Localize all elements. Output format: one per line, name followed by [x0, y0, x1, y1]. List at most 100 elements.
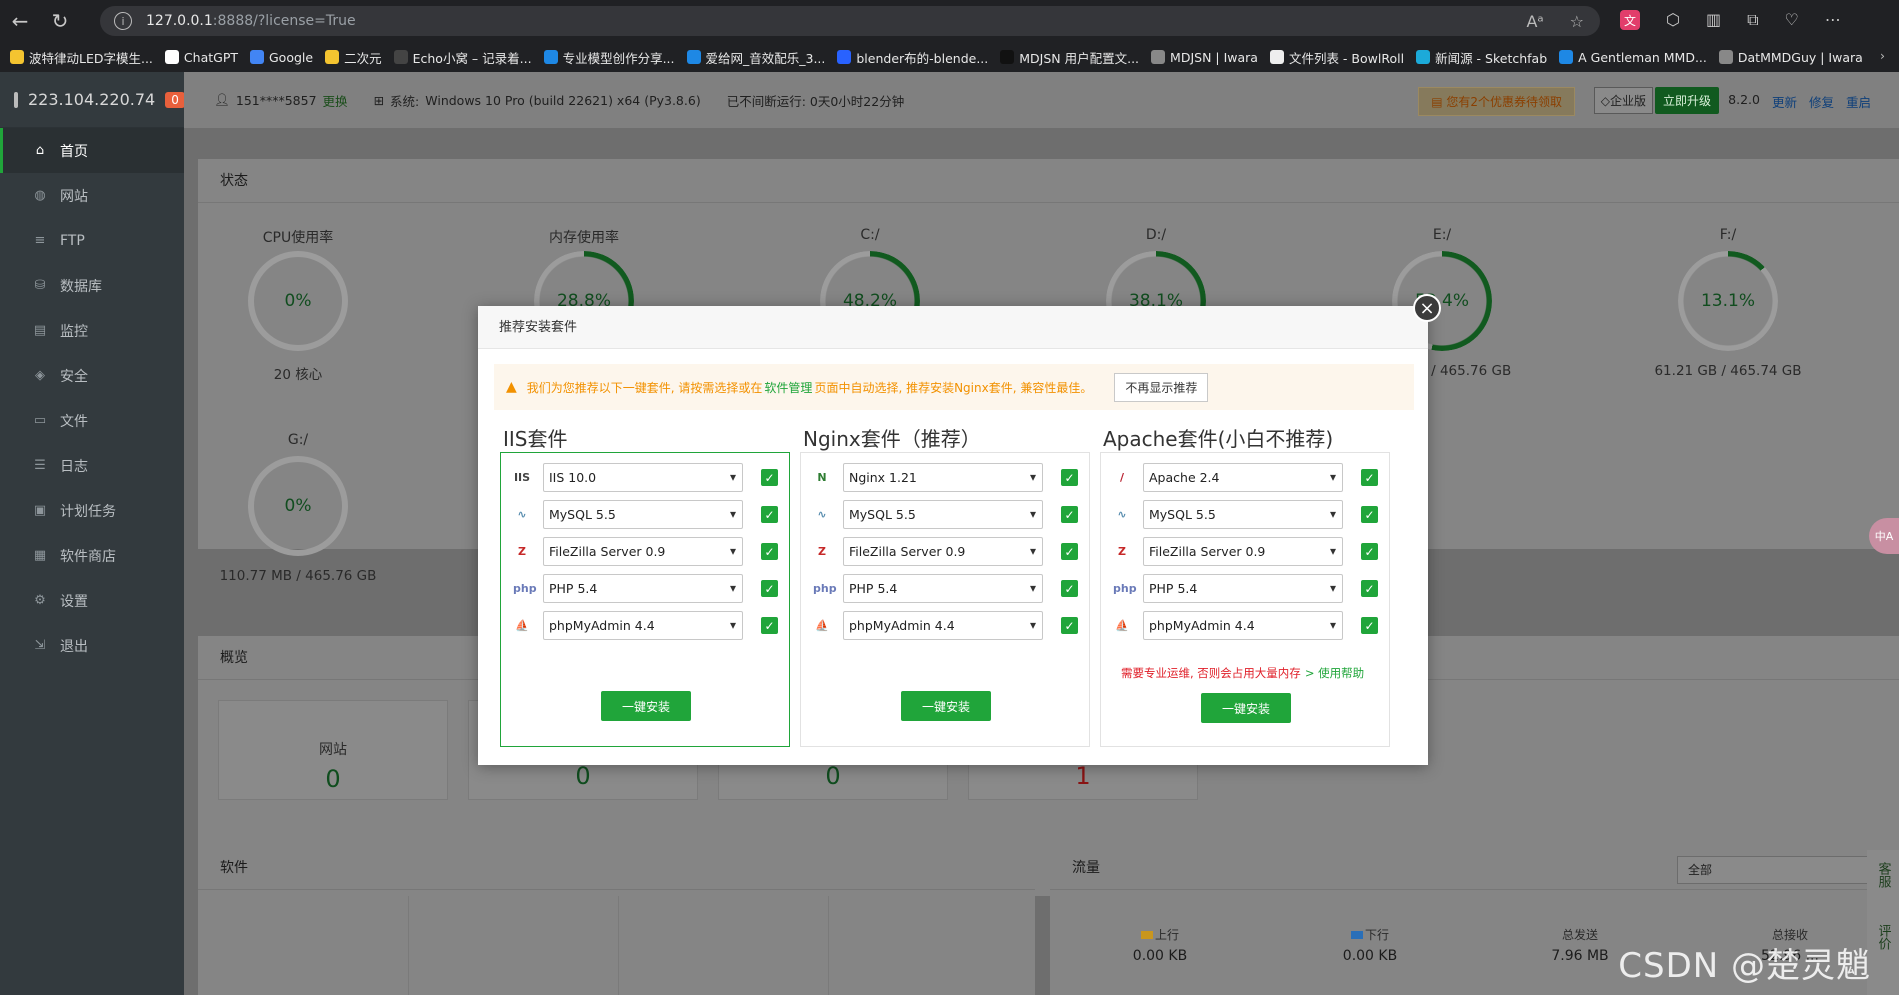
user-account: 151****5857 [235, 92, 317, 108]
coupon-button[interactable]: ▤ 您有2个优惠券待领取 [1418, 87, 1575, 116]
component-checkbox[interactable]: ✓ [761, 469, 778, 486]
version-select[interactable]: MySQL 5.5 ▾ [843, 500, 1043, 529]
back-icon[interactable]: ← [0, 0, 40, 42]
version-select[interactable]: PHP 5.4 ▾ [1143, 574, 1343, 603]
translate-extension-icon[interactable]: 文 [1620, 10, 1640, 30]
version-select[interactable]: Nginx 1.21 ▾ [843, 463, 1043, 492]
component-checkbox[interactable]: ✓ [1361, 506, 1378, 523]
component-checkbox[interactable]: ✓ [1061, 580, 1078, 597]
sidebar-item-logout[interactable]: ⇲ 退出 [0, 623, 184, 668]
site-info-icon[interactable]: i [114, 12, 132, 30]
bookmark-item[interactable]: blender布的-blende... [837, 48, 988, 67]
notification-badge[interactable]: 0 [165, 91, 185, 108]
address-bar[interactable]: i 127.0.0.1:8888/?license=True Aᵃ ☆ [100, 6, 1600, 36]
performance-icon[interactable]: ♡ [1785, 10, 1799, 30]
component-checkbox[interactable]: ✓ [1361, 543, 1378, 560]
favorite-star-icon[interactable]: ☆ [1570, 12, 1584, 31]
repair-link[interactable]: 修复 [1809, 92, 1834, 111]
extensions-icon[interactable]: ⬡ [1666, 10, 1680, 30]
component-checkbox[interactable]: ✓ [761, 543, 778, 560]
component-checkbox[interactable]: ✓ [1061, 543, 1078, 560]
sidebar-item-logs[interactable]: ☰ 日志 [0, 443, 184, 488]
version-select[interactable]: FileZilla Server 0.9 ▾ [843, 537, 1043, 566]
close-icon[interactable]: × [1413, 294, 1441, 322]
sidebar-item-monitor[interactable]: ▤ 监控 [0, 308, 184, 353]
component-checkbox[interactable]: ✓ [1361, 580, 1378, 597]
version-select[interactable]: FileZilla Server 0.9 ▾ [543, 537, 743, 566]
customer-service-button[interactable]: 客服 [1874, 862, 1893, 888]
component-checkbox[interactable]: ✓ [1061, 617, 1078, 634]
bookmark-item[interactable]: ChatGPT [164, 50, 238, 65]
version-select[interactable]: IIS 10.0 ▾ [543, 463, 743, 492]
version-select[interactable]: Apache 2.4 ▾ [1143, 463, 1343, 492]
version-select-value: Nginx 1.21 [849, 470, 917, 485]
split-screen-icon[interactable]: ▥ [1706, 10, 1721, 30]
component-checkbox[interactable]: ✓ [761, 580, 778, 597]
version-select[interactable]: phpMyAdmin 4.4 ▾ [543, 611, 743, 640]
bookmarks-more-icon[interactable]: › [1880, 48, 1885, 63]
upgrade-button[interactable]: 立即升级 [1654, 87, 1719, 114]
version-select[interactable]: PHP 5.4 ▾ [543, 574, 743, 603]
component-checkbox[interactable]: ✓ [761, 617, 778, 634]
suite-title: Nginx套件（推荐） [803, 427, 981, 451]
component-checkbox[interactable]: ✓ [1061, 506, 1078, 523]
component-checkbox[interactable]: ✓ [1361, 469, 1378, 486]
sidebar-item-database[interactable]: ⛁ 数据库 [0, 263, 184, 308]
read-aloud-icon[interactable]: Aᵃ [1526, 12, 1543, 31]
sidebar-item-settings[interactable]: ⚙ 设置 [0, 578, 184, 623]
enterprise-badge[interactable]: ◇企业版 [1593, 87, 1653, 114]
bookmark-item[interactable]: 专业模型创作分享... [543, 48, 675, 67]
bookmark-item[interactable]: Echo小窝 – 记录着... [393, 48, 532, 67]
component-checkbox[interactable]: ✓ [761, 506, 778, 523]
suite-box[interactable]: N Nginx 1.21 ▾ ✓ ∿ MySQL 5.5 ▾ ✓ Z FileZilla Serv… [800, 452, 1090, 747]
review-button[interactable]: 评价 [1874, 924, 1893, 950]
more-menu-icon[interactable]: ⋯ [1825, 10, 1841, 30]
component-icon: ∿ [517, 508, 527, 521]
version-select[interactable]: FileZilla Server 0.9 ▾ [1143, 537, 1343, 566]
bookmark-item[interactable]: 二次元 [325, 48, 382, 67]
sidebar-item-files[interactable]: ▭ 文件 [0, 398, 184, 443]
version-select[interactable]: phpMyAdmin 4.4 ▾ [843, 611, 1043, 640]
one-click-install-button[interactable]: 一键安装 [601, 691, 691, 721]
ftp-icon: ≡ [34, 233, 46, 248]
version-select[interactable]: MySQL 5.5 ▾ [1143, 500, 1343, 529]
sidebar-item-website[interactable]: ◍ 网站 [0, 173, 184, 218]
restart-link[interactable]: 重启 [1846, 92, 1871, 111]
bookmark-item[interactable]: 波特律动LED字模生... [10, 48, 153, 67]
bookmark-item[interactable]: DatMMDGuy | Iwara [1718, 50, 1863, 65]
url-host: 127.0.0.1 [146, 13, 213, 29]
component-checkbox[interactable]: ✓ [1361, 617, 1378, 634]
version-select[interactable]: PHP 5.4 ▾ [843, 574, 1043, 603]
bookmark-item[interactable]: Google [250, 50, 313, 65]
traffic-filter-select[interactable]: 全部 [1677, 856, 1887, 884]
bookmark-item[interactable]: 爱给网_音效配乐_3... [686, 48, 825, 67]
bookmark-item[interactable]: A Gentleman MMD... [1559, 50, 1707, 65]
sidebar-item-store[interactable]: ▦ 软件商店 [0, 533, 184, 578]
no-show-again-button[interactable]: 不再显示推荐 [1114, 372, 1209, 402]
software-manage-link[interactable]: 软件管理 [764, 379, 812, 396]
sidebar-item-label: 监控 [60, 323, 88, 340]
version-select[interactable]: MySQL 5.5 ▾ [543, 500, 743, 529]
bookmark-item[interactable]: 文件列表 - BowlRoll [1269, 48, 1404, 67]
sidebar-item-security[interactable]: ◈ 安全 [0, 353, 184, 398]
translate-float-icon[interactable]: 中A [1869, 518, 1899, 554]
component-checkbox[interactable]: ✓ [1061, 469, 1078, 486]
overview-card[interactable]: 网站 0 [218, 700, 448, 800]
collections-icon[interactable]: ⧉ [1747, 10, 1758, 30]
one-click-install-button[interactable]: 一键安装 [901, 691, 991, 721]
suite-box[interactable]: IIS IIS 10.0 ▾ ✓ ∿ MySQL 5.5 ▾ ✓ Z FileZilla Serv… [500, 452, 790, 747]
sidebar-item-cron[interactable]: ▣ 计划任务 [0, 488, 184, 533]
chevron-down-icon: ▾ [1029, 581, 1036, 595]
bookmark-item[interactable]: MDJSN 用户配置文... [1000, 48, 1139, 67]
bookmark-item[interactable]: MDJSN | Iwara [1151, 50, 1258, 65]
usage-help-link[interactable]: > 使用帮助 [1305, 666, 1364, 680]
version-select[interactable]: phpMyAdmin 4.4 ▾ [1143, 611, 1343, 640]
one-click-install-button[interactable]: 一键安装 [1201, 693, 1291, 723]
change-account-link[interactable]: 更换 [323, 91, 348, 110]
reload-icon[interactable]: ↻ [40, 0, 80, 42]
bookmark-item[interactable]: 新闻源 - Sketchfab [1416, 48, 1547, 67]
suite-box[interactable]: / Apache 2.4 ▾ ✓ ∿ MySQL 5.5 ▾ ✓ Z FileZilla Serv… [1100, 452, 1390, 747]
sidebar-item-home[interactable]: ⌂ 首页 [0, 128, 184, 173]
sidebar-item-ftp[interactable]: ≡ FTP [0, 218, 184, 263]
update-link[interactable]: 更新 [1772, 92, 1797, 111]
